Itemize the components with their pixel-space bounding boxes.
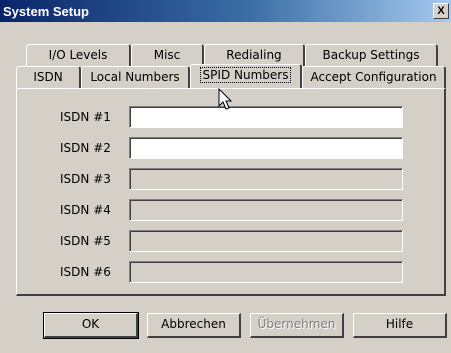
isdn-2-label: ISDN #2 [60, 141, 111, 155]
help-button[interactable]: Hilfe [353, 313, 447, 338]
isdn-3-label: ISDN #3 [60, 172, 111, 186]
window-title: System Setup [3, 4, 89, 19]
apply-button: Übernehmen [250, 313, 344, 338]
close-icon: X [437, 5, 445, 17]
tab-backup-settings[interactable]: Backup Settings [305, 44, 438, 66]
system-setup-dialog: System Setup X I/O Levels Misc Redialing… [0, 0, 451, 353]
isdn-4-field [129, 199, 403, 221]
title-bar[interactable]: System Setup X [0, 0, 451, 22]
ok-button[interactable]: OK [43, 312, 139, 339]
tab-local-numbers[interactable]: Local Numbers [81, 66, 190, 88]
isdn-6-field [129, 261, 403, 283]
tab-io-levels[interactable]: I/O Levels [26, 44, 131, 66]
tab-redialing[interactable]: Redialing [204, 44, 305, 66]
tab-isdn[interactable]: ISDN [16, 66, 81, 88]
isdn-3-field [129, 168, 403, 190]
isdn-1-label: ISDN #1 [60, 110, 111, 124]
tab-misc[interactable]: Misc [131, 44, 204, 66]
isdn-5-label: ISDN #5 [60, 234, 111, 248]
tab-accept-configuration[interactable]: Accept Configuration [302, 66, 446, 88]
isdn-1-field[interactable] [129, 106, 403, 128]
cancel-button[interactable]: Abbrechen [147, 313, 241, 338]
tab-spid-numbers[interactable]: SPID Numbers [190, 64, 302, 88]
isdn-2-field[interactable] [129, 137, 403, 159]
isdn-4-label: ISDN #4 [60, 203, 111, 217]
close-button[interactable]: X [433, 3, 449, 19]
isdn-5-field [129, 230, 403, 252]
isdn-6-label: ISDN #6 [60, 265, 111, 279]
mouse-pointer-icon [218, 88, 233, 110]
